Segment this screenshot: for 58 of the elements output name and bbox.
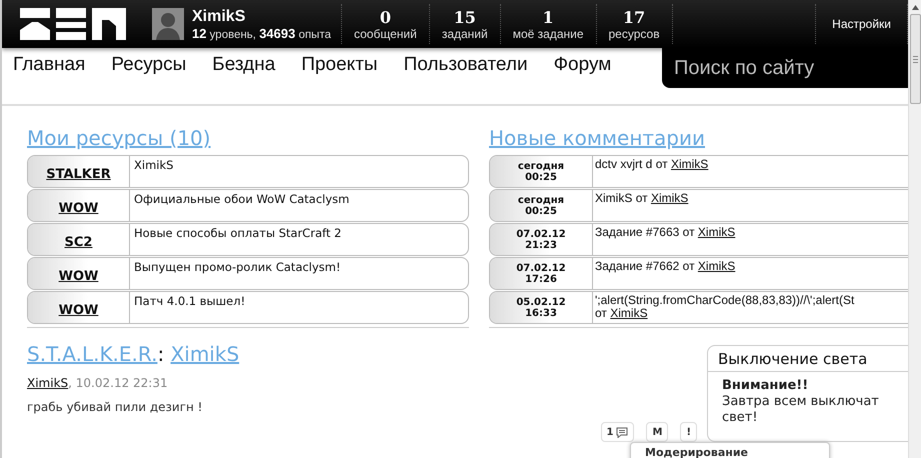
- stat-link[interactable]: 0 сообщений: [342, 4, 430, 44]
- nav-link[interactable]: Проекты: [301, 54, 378, 76]
- comment-text: XimikS: [595, 191, 632, 205]
- comment-date: 07.02.12 21:23: [490, 224, 593, 255]
- stat-link[interactable]: 15 заданий: [430, 4, 501, 44]
- resource-title-link[interactable]: XimikS: [130, 156, 178, 187]
- notice-heading: Внимание!!: [722, 378, 810, 394]
- post-text: грабь убивай пили дезигн !: [27, 400, 204, 414]
- nav-link[interactable]: Ресурсы: [111, 54, 186, 76]
- comment-text: Задание #7662: [595, 259, 680, 273]
- nav-link[interactable]: Главная: [13, 54, 86, 76]
- title-separator: :: [157, 342, 164, 366]
- comment-text: Задание #7663: [595, 225, 680, 239]
- logo-icon[interactable]: [20, 8, 126, 40]
- resource-title-link[interactable]: Новые способы оплаты StarCraft 2: [130, 224, 346, 255]
- search-field[interactable]: Поиск по сайту: [662, 48, 908, 88]
- resource-tag-link[interactable]: STALKER: [28, 156, 130, 187]
- author-link[interactable]: XimikS: [670, 157, 708, 171]
- by-label: от: [682, 259, 695, 273]
- nav-link[interactable]: Пользователи: [404, 54, 528, 76]
- scroll-up-arrow-icon[interactable]: [912, 5, 918, 10]
- resource-title-link[interactable]: Официальные обои WoW Cataclysm: [130, 190, 354, 221]
- comment-date: 05.02.12 16:33: [490, 292, 593, 323]
- stat-link[interactable]: 1 моё задание: [500, 4, 596, 44]
- user-name-link[interactable]: XimikS: [192, 8, 331, 26]
- resource-title-link[interactable]: Патч 4.0.1 вышел!: [130, 292, 250, 323]
- scrollbar[interactable]: [908, 0, 921, 458]
- author-link[interactable]: XimikS: [698, 259, 736, 273]
- resource-title-link[interactable]: Выпущен промо-ролик Cataclysm!: [130, 258, 345, 289]
- nav-link[interactable]: Форум: [554, 54, 612, 76]
- avatar-icon[interactable]: [152, 8, 184, 40]
- speech-bubble-icon: [616, 426, 628, 438]
- comment-date: сегодня 00:25: [490, 190, 593, 221]
- comment-text: dctv xvjrt d: [595, 157, 652, 171]
- notice-text: Завтра всем выключат свет!: [722, 394, 880, 426]
- author-link[interactable]: XimikS: [610, 306, 648, 320]
- comment-date: сегодня 00:25: [490, 156, 593, 187]
- resource-tag-link[interactable]: WOW: [28, 258, 130, 289]
- report-button[interactable]: !: [680, 422, 697, 442]
- nav-link[interactable]: Бездна: [212, 54, 276, 76]
- resource-tag-link[interactable]: SC2: [28, 224, 130, 255]
- moderate-button[interactable]: M: [646, 422, 668, 442]
- resource-tag-link[interactable]: WOW: [28, 190, 130, 221]
- menu-heading: Модерирование: [644, 445, 750, 458]
- by-label: от: [682, 225, 695, 239]
- comment-text: ';alert(String.fromCharCode(88,83,83))//\';alert(St: [595, 293, 854, 307]
- stat-link[interactable]: 17 ресурсов: [596, 4, 673, 44]
- comment-date: 07.02.12 17:26: [490, 258, 593, 289]
- post-date: , 10.02.12 22:31: [68, 376, 168, 390]
- author-link[interactable]: XimikS: [698, 225, 736, 239]
- by-label: от: [656, 157, 668, 171]
- author-link[interactable]: XimikS: [27, 376, 68, 390]
- resource-tag-link[interactable]: WOW: [28, 292, 130, 323]
- by-label: от: [636, 191, 648, 205]
- by-label: от: [595, 306, 607, 320]
- author-link[interactable]: XimikS: [650, 191, 688, 205]
- user-level-text: 12 уровень, 34693 опыта: [192, 26, 331, 40]
- comments-button[interactable]: 1: [600, 422, 634, 442]
